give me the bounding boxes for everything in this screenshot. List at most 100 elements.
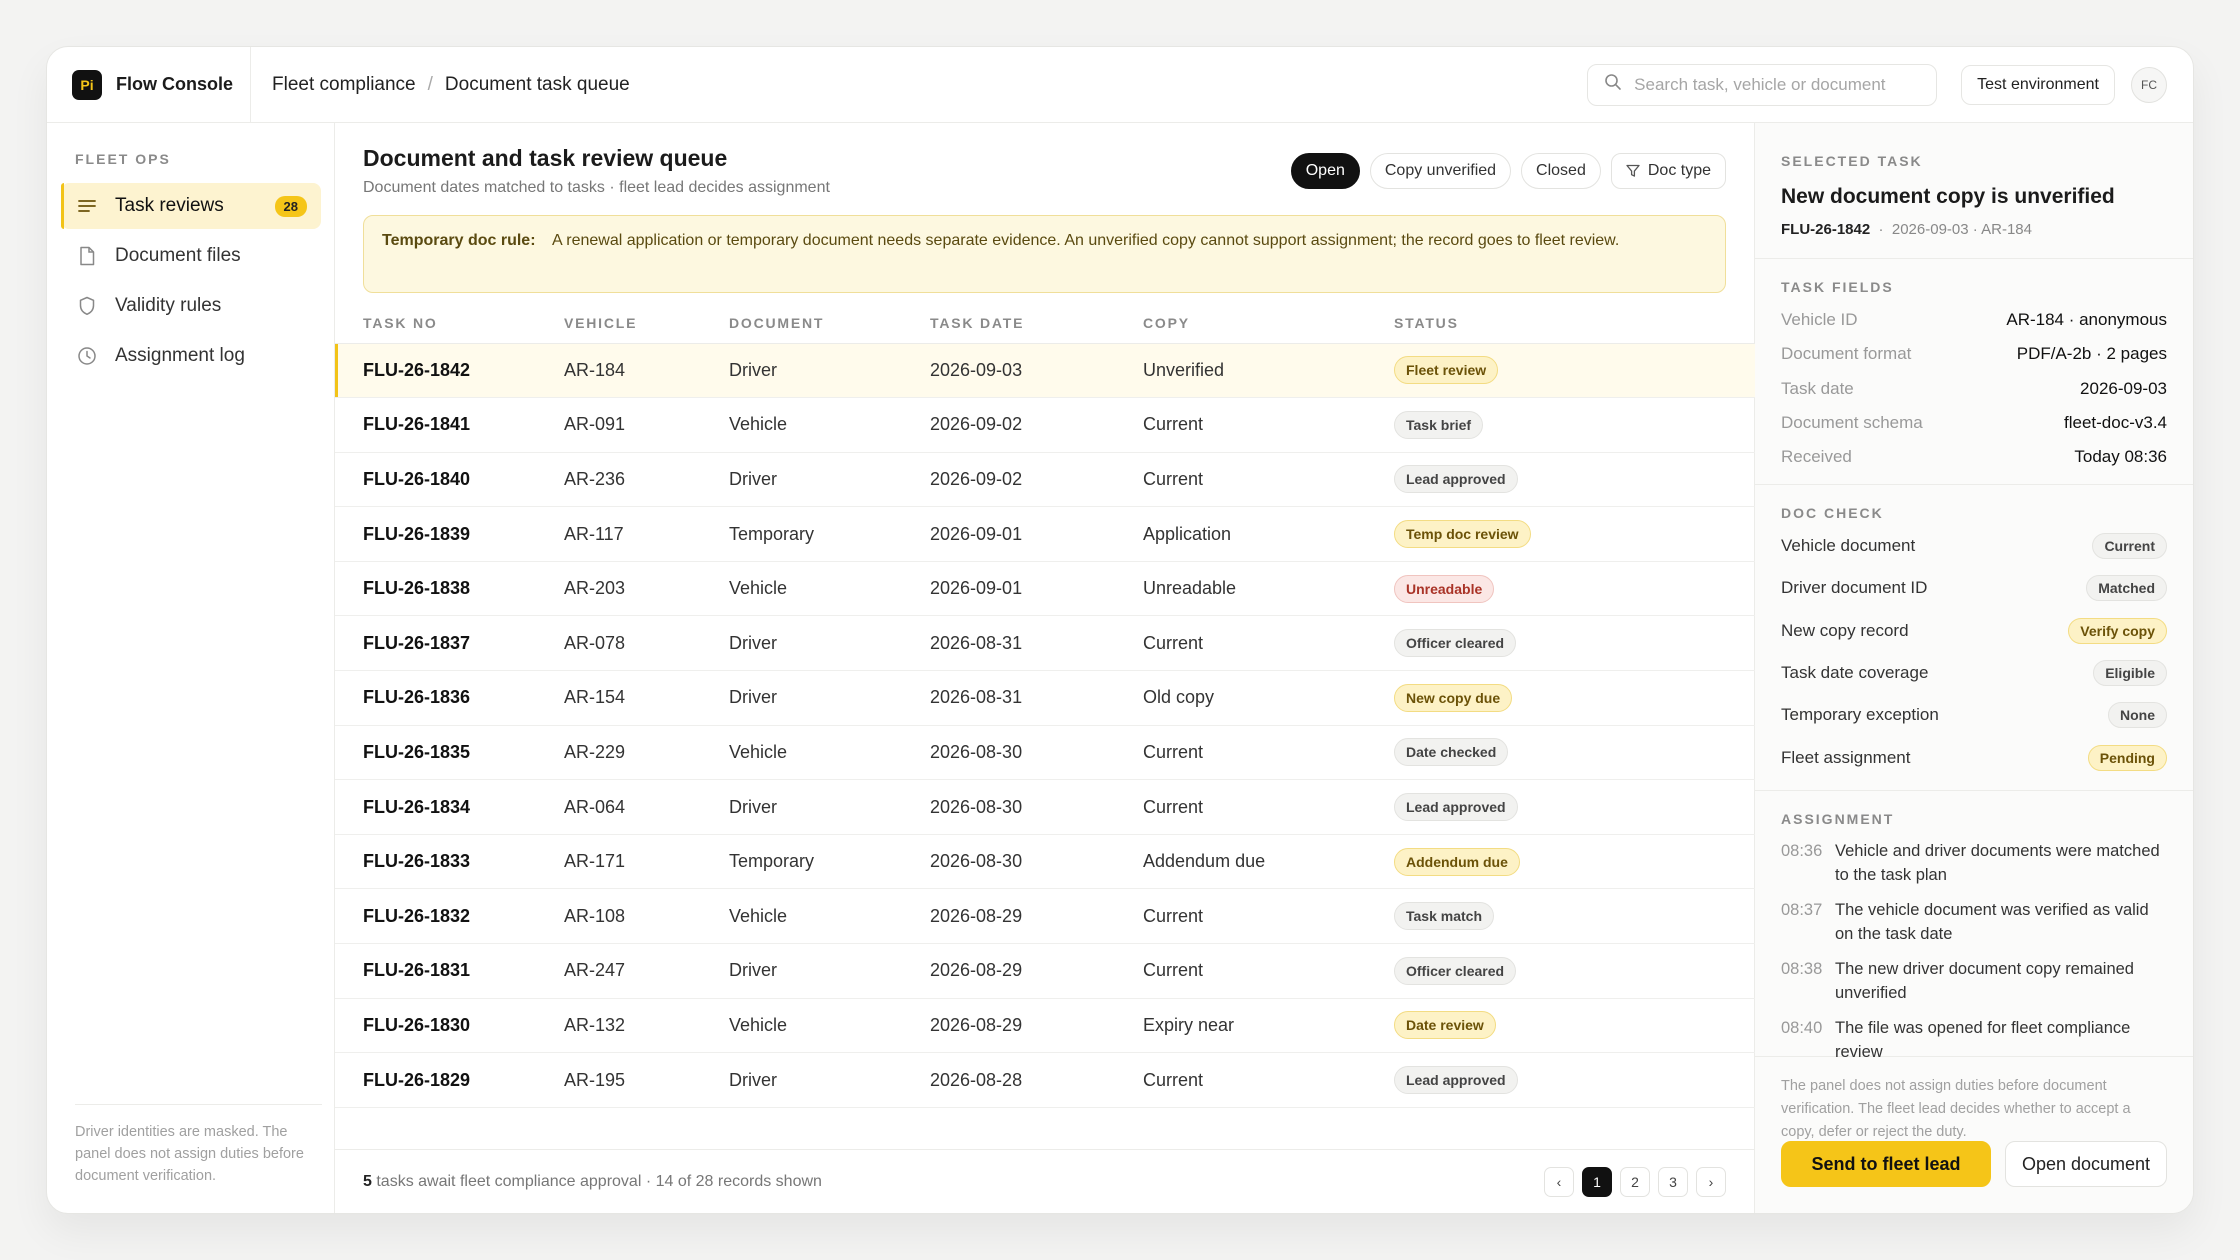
task-number[interactable]: FLU-26-1835 xyxy=(335,725,564,781)
vehicle-id: AR-229 xyxy=(564,725,729,781)
status-cell: New copy due xyxy=(1394,670,1755,726)
column-header-document[interactable]: DOCUMENT xyxy=(729,303,930,344)
next-page-button[interactable]: › xyxy=(1696,1166,1726,1197)
log-time: 08:40 xyxy=(1781,1019,1823,1037)
table-footer: 5 tasks await fleet compliance approval … xyxy=(335,1149,1754,1213)
status-badge: Unreadable xyxy=(1394,574,1495,603)
table-row[interactable]: FLU-26-1833 AR-171 Temporary 2026-08-30 Adde… xyxy=(335,834,1755,890)
filter-closed[interactable]: Closed xyxy=(1521,153,1601,189)
main-content: Document and task review queue Document … xyxy=(335,123,1755,1213)
column-header-copy[interactable]: COPY xyxy=(1143,303,1394,344)
open-document-button[interactable]: Open document xyxy=(2005,1141,2167,1187)
page-button-1[interactable]: 1 xyxy=(1582,1166,1612,1197)
filter-bar: Open Copy unverified Closed Doc type xyxy=(1281,153,1726,189)
shield-icon xyxy=(75,294,99,318)
sidebar-item-assignment-log[interactable]: Assignment log xyxy=(61,333,321,379)
table-row[interactable]: FLU-26-1842 AR-184 Driver 2026-09-03 Unverif… xyxy=(335,343,1755,399)
task-number[interactable]: FLU-26-1839 xyxy=(335,506,564,562)
sidebar-item-task-reviews[interactable]: Task reviews 28 xyxy=(61,183,321,229)
section-label: ASSIGNMENT xyxy=(1781,811,1895,827)
list-icon xyxy=(75,194,99,218)
send-to-fleet-lead-button[interactable]: Send to fleet lead xyxy=(1781,1141,1991,1187)
task-number[interactable]: FLU-26-1833 xyxy=(335,834,564,890)
copy-state: Current xyxy=(1143,452,1394,508)
page-button-2[interactable]: 2 xyxy=(1620,1166,1650,1197)
table-row[interactable]: FLU-26-1838 AR-203 Vehicle 2026-09-01 Unread… xyxy=(335,561,1755,617)
top-right: Test environment FC xyxy=(1587,63,2193,106)
table-row[interactable]: FLU-26-1834 AR-064 Driver 2026-08-30 Current… xyxy=(335,779,1755,835)
status-badge: Lead approved xyxy=(1394,465,1518,494)
table-row[interactable]: FLU-26-1830 AR-132 Vehicle 2026-08-29 Expiry… xyxy=(335,998,1755,1054)
field-value: Today 08:36 xyxy=(2074,447,2167,467)
assignment-log: 08:36 Vehicle and driver documents were m… xyxy=(1781,839,2167,1064)
task-number[interactable]: FLU-26-1834 xyxy=(335,779,564,835)
vehicle-id: AR-184 xyxy=(564,343,729,399)
sidebar-item-document-files[interactable]: Document files xyxy=(61,233,321,279)
sidebar-item-validity-rules[interactable]: Validity rules xyxy=(61,283,321,329)
document-type: Temporary xyxy=(729,506,930,562)
copy-state: Current xyxy=(1143,779,1394,835)
task-date: 2026-08-30 xyxy=(930,834,1143,890)
task-number[interactable]: FLU-26-1837 xyxy=(335,615,564,672)
filter-copy-unverified[interactable]: Copy unverified xyxy=(1369,153,1512,189)
brand[interactable]: Pi Flow Console xyxy=(47,47,251,122)
column-header-task-date[interactable]: TASK DATE xyxy=(930,303,1143,344)
task-number[interactable]: FLU-26-1841 xyxy=(335,397,564,453)
task-number[interactable]: FLU-26-1830 xyxy=(335,998,564,1054)
table-row[interactable]: FLU-26-1831 AR-247 Driver 2026-08-29 Current… xyxy=(335,943,1755,999)
prev-page-button[interactable]: ‹ xyxy=(1544,1166,1574,1197)
field-key: Task date xyxy=(1781,378,1854,398)
filter-doc-type[interactable]: Doc type xyxy=(1610,153,1726,189)
environment-button[interactable]: Test environment xyxy=(1961,64,2115,105)
page-button-3[interactable]: 3 xyxy=(1658,1166,1688,1197)
task-number[interactable]: FLU-26-1842 xyxy=(335,343,564,399)
table-row[interactable]: FLU-26-1837 AR-078 Driver 2026-08-31 Current… xyxy=(335,615,1755,672)
vehicle-id: AR-236 xyxy=(564,452,729,508)
document-type: Vehicle xyxy=(729,561,930,617)
avatar[interactable]: FC xyxy=(2131,66,2167,103)
column-header-task-no[interactable]: TASK NO xyxy=(335,303,564,344)
sidebar-note: Driver identities are masked. The panel … xyxy=(75,1104,322,1187)
copy-state: Expiry near xyxy=(1143,998,1394,1054)
status-cell: Unreadable xyxy=(1394,561,1755,617)
footer-summary: 5 tasks await fleet compliance approval … xyxy=(363,1173,822,1191)
rule-label: Temporary doc rule: xyxy=(382,232,536,249)
sidebar-item-label: Document files xyxy=(115,245,241,266)
table-row[interactable]: FLU-26-1835 AR-229 Vehicle 2026-08-30 Curren… xyxy=(335,725,1755,781)
table-row[interactable]: FLU-26-1836 AR-154 Driver 2026-08-31 Old cop… xyxy=(335,670,1755,726)
task-number[interactable]: FLU-26-1836 xyxy=(335,670,564,726)
table-row[interactable]: FLU-26-1832 AR-108 Vehicle 2026-08-29 Curren… xyxy=(335,888,1755,945)
table-row[interactable]: FLU-26-1839 AR-117 Temporary 2026-09-01 Appl… xyxy=(335,506,1755,562)
task-number[interactable]: FLU-26-1829 xyxy=(335,1052,564,1108)
document-type: Temporary xyxy=(729,834,930,890)
task-date: 2026-08-29 xyxy=(930,943,1143,999)
top-bar: Pi Flow Console Fleet compliance / Docum… xyxy=(47,47,2193,123)
table-row[interactable]: FLU-26-1841 AR-091 Vehicle 2026-09-02 Curren… xyxy=(335,397,1755,453)
column-header-status[interactable]: STATUS xyxy=(1394,303,1755,344)
task-number[interactable]: FLU-26-1832 xyxy=(335,888,564,945)
filter-icon xyxy=(1626,164,1640,178)
rule-callout: Temporary doc rule: A renewal applicatio… xyxy=(363,215,1726,293)
vehicle-id: AR-064 xyxy=(564,779,729,835)
task-date: 2026-08-31 xyxy=(930,670,1143,726)
column-header-vehicle[interactable]: VEHICLE xyxy=(564,303,729,344)
doc-check-badge: Pending xyxy=(2087,744,2167,771)
table-row[interactable]: FLU-26-1829 AR-195 Driver 2026-08-28 Current… xyxy=(335,1052,1755,1108)
breadcrumb-item-current: Document task queue xyxy=(444,73,630,95)
filter-open[interactable]: Open xyxy=(1290,153,1360,189)
copy-state: Current xyxy=(1143,615,1394,672)
status-badge: Task match xyxy=(1394,902,1494,931)
selected-task-title: New document copy is unverified xyxy=(1781,185,2115,208)
task-number[interactable]: FLU-26-1831 xyxy=(335,943,564,999)
sidebar-item-label: Validity rules xyxy=(115,295,222,316)
assignment-section: ASSIGNMENT 08:36 Vehicle and driver docum… xyxy=(1755,791,2193,1061)
search-box[interactable] xyxy=(1587,63,1938,106)
task-number[interactable]: FLU-26-1840 xyxy=(335,452,564,508)
search-input[interactable] xyxy=(1634,74,1915,95)
sidebar-item-label: Task reviews xyxy=(115,195,224,216)
task-number[interactable]: FLU-26-1838 xyxy=(335,561,564,617)
table-row[interactable]: FLU-26-1840 AR-236 Driver 2026-09-02 Current… xyxy=(335,452,1755,508)
task-field-row: Received Today 08:36 xyxy=(1781,440,2167,474)
app-window: Pi Flow Console Fleet compliance / Docum… xyxy=(46,46,2194,1214)
breadcrumb-item-fleet-compliance[interactable]: Fleet compliance xyxy=(272,74,416,96)
